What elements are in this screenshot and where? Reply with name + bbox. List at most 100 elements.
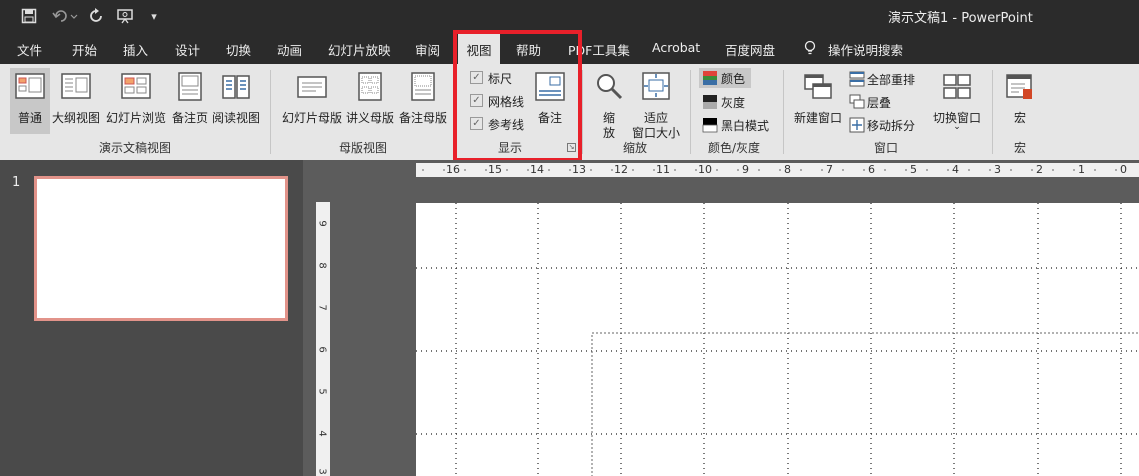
- normal-view-icon: [15, 73, 45, 99]
- black-white-button[interactable]: 黑白模式: [699, 115, 775, 135]
- tab-insert[interactable]: 插入: [123, 40, 148, 59]
- tab-baidu-netdisk[interactable]: 百度网盘: [725, 40, 775, 59]
- tab-help[interactable]: 帮助: [516, 40, 541, 59]
- ruler-label: 13: [572, 163, 586, 176]
- guides-checkbox[interactable]: ✓: [470, 117, 483, 130]
- ruler-label: 12: [614, 163, 628, 176]
- ruler-label: 11: [656, 163, 670, 176]
- group-label-show: 显示: [498, 141, 523, 155]
- normal-view-label: 普通: [17, 111, 42, 125]
- title-bar: ▾ 演示文稿1 - PowerPoint: [0, 0, 1139, 32]
- pane-splitter[interactable]: [303, 160, 310, 476]
- black-white-label: 黑白模式: [721, 119, 770, 133]
- ruler-label: 4: [316, 430, 328, 437]
- outline-view-button[interactable]: 大纲视图: [52, 68, 100, 134]
- placeholder-box[interactable]: [591, 332, 1139, 476]
- normal-view-button[interactable]: 普通: [10, 68, 50, 134]
- outline-view-icon: [61, 73, 91, 99]
- new-window-label: 新建窗口: [793, 111, 842, 125]
- gridlines: [416, 203, 1139, 476]
- ruler-label: 5: [910, 163, 917, 176]
- group-separator: [992, 70, 993, 154]
- tell-me-search[interactable]: 操作说明搜索: [828, 40, 903, 59]
- slide-number: 1: [12, 175, 21, 190]
- group-separator: [783, 70, 784, 154]
- slide-sorter-icon: [121, 73, 151, 99]
- slide-thumbnail[interactable]: [34, 176, 288, 321]
- ruler-label: 2: [1036, 163, 1043, 176]
- ruler-checkbox[interactable]: ✓: [470, 71, 483, 84]
- group-separator: [456, 70, 457, 154]
- customize-qat-icon[interactable]: ▾: [146, 6, 162, 26]
- tab-home[interactable]: 开始: [72, 40, 97, 59]
- notes-page-icon: [178, 72, 202, 101]
- tab-view[interactable]: 视图: [458, 32, 500, 64]
- group-separator: [270, 70, 271, 154]
- slide-sorter-button[interactable]: 幻灯片浏览: [104, 68, 168, 134]
- lightbulb-icon: [803, 40, 819, 59]
- move-split-icon: [849, 117, 865, 133]
- handout-master-button[interactable]: 讲义母版: [344, 68, 396, 134]
- zoom-label-line2: 放: [602, 126, 615, 140]
- save-icon[interactable]: [18, 6, 40, 26]
- cascade-label: 层叠: [867, 96, 892, 110]
- ruler-label: 14: [530, 163, 544, 176]
- macros-button[interactable]: 宏: [1000, 68, 1040, 134]
- macros-label: 宏: [1013, 111, 1026, 125]
- tab-review[interactable]: 审阅: [415, 40, 440, 59]
- tab-design[interactable]: 设计: [175, 40, 200, 59]
- notes-button[interactable]: 备注: [530, 68, 570, 134]
- tab-transitions[interactable]: 切换: [226, 40, 251, 59]
- ruler-label: 9: [742, 163, 749, 176]
- tab-acrobat[interactable]: Acrobat: [652, 40, 700, 55]
- group-label-master-views: 母版视图: [339, 141, 388, 155]
- slide-master-button[interactable]: 幻灯片母版: [280, 68, 344, 134]
- zoom-button[interactable]: 缩 放: [592, 68, 626, 140]
- reading-view-button[interactable]: 阅读视图: [211, 68, 261, 134]
- tab-slideshow[interactable]: 幻灯片放映: [328, 40, 391, 59]
- handout-master-label: 讲义母版: [345, 111, 394, 125]
- ruler-label: 9: [316, 220, 328, 227]
- notes-master-button[interactable]: 备注母版: [397, 68, 449, 134]
- window-title: 演示文稿1 - PowerPoint: [888, 11, 1033, 26]
- slide-sorter-label: 幻灯片浏览: [105, 111, 166, 125]
- slide-canvas[interactable]: [416, 203, 1139, 476]
- group-label-zoom: 缩放: [623, 141, 648, 155]
- reading-view-label: 阅读视图: [211, 111, 260, 125]
- color-label: 颜色: [721, 72, 746, 86]
- switch-window-icon: [943, 74, 971, 99]
- fit-to-window-button[interactable]: 适应 窗口大小: [630, 68, 682, 140]
- notes-page-button[interactable]: 备注页: [170, 68, 210, 134]
- arrange-all-icon: [849, 71, 865, 87]
- move-split-label: 移动拆分: [867, 119, 916, 133]
- grayscale-button[interactable]: 灰度: [699, 92, 751, 112]
- ribbon-tabs: 文件 开始 插入 设计 切换 动画 幻灯片放映 审阅 视图 帮助 PDF工具集 …: [0, 32, 1139, 64]
- tab-pdf-tools[interactable]: PDF工具集: [568, 40, 630, 59]
- redo-icon[interactable]: [87, 6, 107, 26]
- chevron-down-icon: ⌄: [953, 122, 961, 132]
- slide-thumbnails-pane[interactable]: 1: [0, 160, 303, 476]
- tab-file[interactable]: 文件: [17, 40, 42, 59]
- ruler-label: 3: [316, 468, 328, 475]
- vertical-ruler[interactable]: 9 8 7 6 5 4 3: [316, 202, 330, 476]
- switch-window-button[interactable]: 切换窗口 ⌄: [930, 68, 984, 138]
- show-dialog-launcher-icon[interactable]: ↘: [567, 143, 576, 152]
- present-icon[interactable]: [115, 6, 139, 26]
- notes-label: 备注: [537, 111, 562, 125]
- group-separator: [582, 70, 583, 154]
- move-split-button[interactable]: 移动拆分: [847, 115, 919, 135]
- color-button[interactable]: 颜色: [699, 68, 751, 88]
- horizontal-ruler[interactable]: 16 15 14 13 12 11 10 9 8 7 6 5 4 3 2 1 0: [416, 163, 1139, 177]
- color-icon: [703, 71, 717, 85]
- gridlines-checkbox[interactable]: ✓: [470, 94, 483, 107]
- cascade-button[interactable]: 层叠: [847, 92, 919, 112]
- ruler-label: 7: [826, 163, 833, 176]
- undo-icon[interactable]: [48, 6, 82, 26]
- ruler-label: 16: [446, 163, 460, 176]
- tab-animations[interactable]: 动画: [277, 40, 302, 59]
- ruler-label: 8: [316, 262, 328, 269]
- magnifier-icon: [597, 74, 623, 100]
- arrange-all-button[interactable]: 全部重排: [847, 69, 919, 89]
- ruler-label: 8: [784, 163, 791, 176]
- new-window-button[interactable]: 新建窗口: [792, 68, 844, 134]
